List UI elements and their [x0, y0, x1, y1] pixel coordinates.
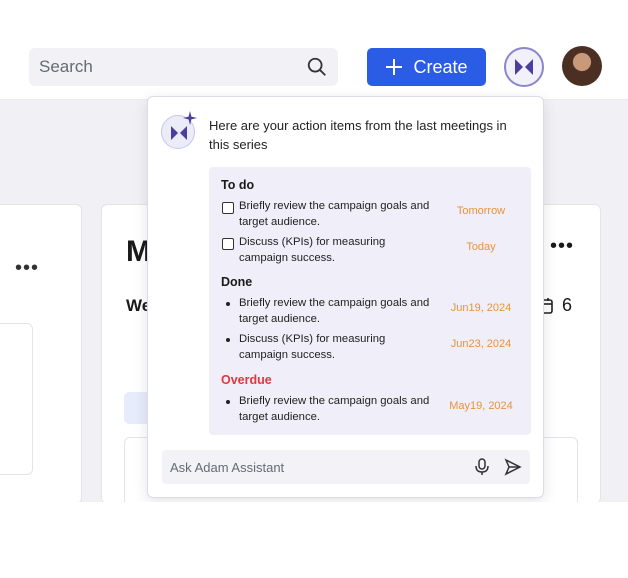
top-bar: Create [0, 0, 628, 100]
section-heading-done: Done [221, 275, 253, 289]
search-icon[interactable] [306, 56, 328, 78]
item-text: Discuss (KPIs) for measuring campaign su… [239, 236, 386, 264]
assistant-popup: Here are your action items from the last… [147, 96, 544, 498]
action-items-panel: To do Briefly review the campaign goals … [209, 167, 531, 435]
item-date: May19, 2024 [449, 400, 513, 412]
item-date: Jun19, 2024 [450, 302, 512, 314]
assistant-button[interactable] [504, 47, 544, 87]
meeting-card-left: ••• [0, 204, 82, 504]
more-options-icon[interactable]: ••• [550, 235, 574, 258]
item-text: Briefly review the campaign goals and ta… [239, 395, 430, 423]
section-heading-todo: To do [221, 178, 255, 192]
search-input[interactable] [39, 48, 299, 86]
done-item: Discuss (KPIs) for measuring campaign su… [221, 332, 521, 364]
item-text: Briefly review the campaign goals and ta… [239, 297, 430, 325]
plus-icon [386, 59, 403, 75]
microphone-icon[interactable] [474, 458, 490, 476]
sparkle-icon [183, 111, 197, 125]
todo-item: Discuss (KPIs) for measuring campaign su… [221, 235, 521, 267]
bullet [226, 400, 230, 404]
more-options-icon[interactable]: ••• [15, 257, 39, 280]
item-date: Today [466, 241, 496, 253]
item-date: Jun23, 2024 [450, 338, 512, 350]
bullet [226, 338, 230, 342]
card-inner-panel [0, 323, 33, 475]
todo-item: Briefly review the campaign goals and ta… [221, 199, 521, 231]
search-box[interactable] [29, 48, 338, 86]
item-text: Briefly review the campaign goals and ta… [239, 200, 430, 228]
bullet [226, 302, 230, 306]
checkbox[interactable] [222, 202, 234, 214]
section-heading-overdue: Overdue [221, 373, 272, 387]
item-text: Discuss (KPIs) for measuring campaign su… [239, 333, 386, 361]
page-bottom-whitespace [0, 502, 628, 578]
create-button[interactable]: Create [367, 48, 486, 86]
user-avatar[interactable] [562, 46, 602, 86]
ask-assistant-input[interactable] [170, 450, 460, 484]
adam-assistant-icon [515, 59, 533, 75]
assistant-intro-text: Here are your action items from the last… [209, 118, 507, 152]
calendar-count-value: 6 [561, 295, 572, 315]
send-icon[interactable] [504, 458, 522, 476]
ask-assistant-box[interactable] [162, 450, 530, 484]
create-button-label: Create [413, 56, 468, 77]
checkbox[interactable] [222, 238, 234, 250]
done-item: Briefly review the campaign goals and ta… [221, 296, 521, 328]
overdue-item: Briefly review the campaign goals and ta… [221, 394, 521, 426]
item-date: Tomorrow [456, 205, 506, 217]
